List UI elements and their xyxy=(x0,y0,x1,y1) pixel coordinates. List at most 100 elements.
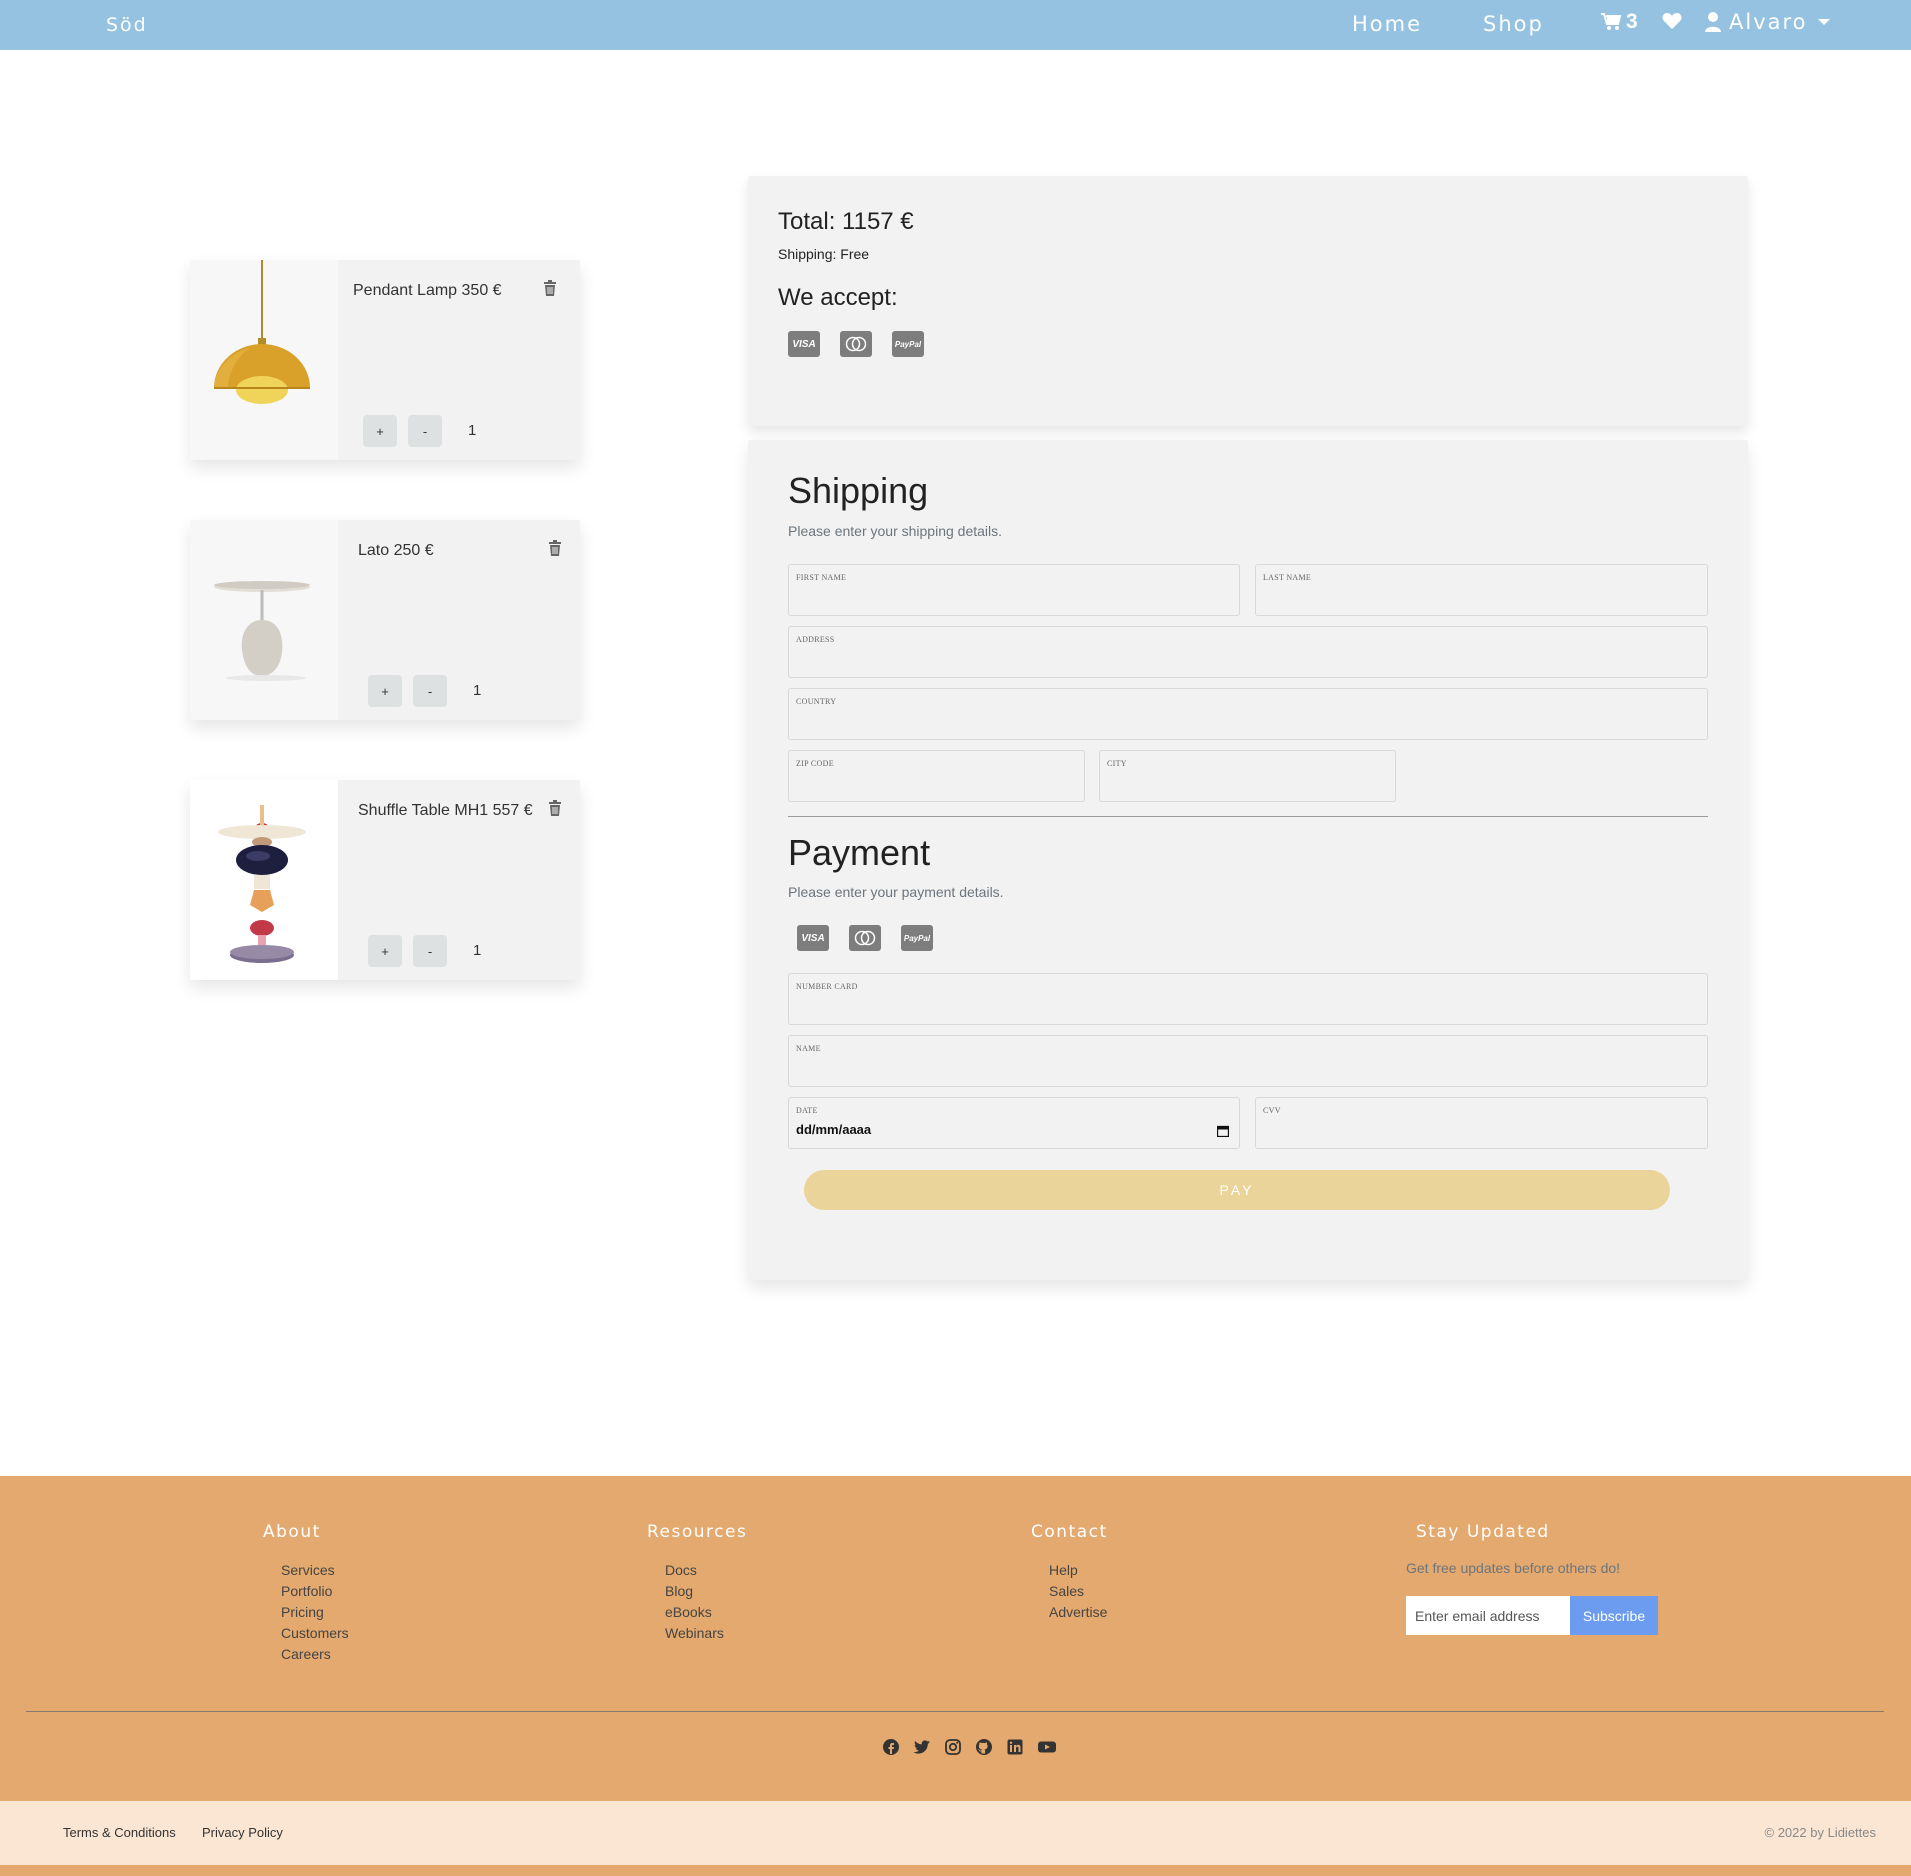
linkedin-icon[interactable] xyxy=(1006,1738,1024,1756)
instagram-icon[interactable] xyxy=(944,1738,962,1756)
trash-icon[interactable] xyxy=(548,800,562,821)
expiry-date-label: DATE xyxy=(796,1106,818,1115)
card-name-input[interactable] xyxy=(796,1058,1700,1082)
nav-home-link[interactable]: Home xyxy=(1352,12,1422,36)
social-links xyxy=(882,1738,1057,1756)
shipping-cost: Shipping: Free xyxy=(778,246,870,262)
cart-item-title: Pendant Lamp 350 € xyxy=(353,282,502,299)
facebook-icon[interactable] xyxy=(882,1738,900,1756)
cart-icon xyxy=(1601,13,1622,30)
decrease-quantity-button[interactable]: - xyxy=(413,675,447,707)
payment-title: Payment xyxy=(788,832,931,873)
footer-link[interactable]: Docs xyxy=(665,1560,724,1581)
address-label: ADDRESS xyxy=(796,635,835,644)
increase-quantity-button[interactable]: + xyxy=(368,935,402,967)
footer-about-heading: About xyxy=(263,1522,321,1542)
footer-link[interactable]: Advertise xyxy=(1049,1602,1107,1623)
card-name-field[interactable]: NAME xyxy=(788,1035,1708,1087)
zip-code-input[interactable] xyxy=(796,773,1077,797)
pay-button[interactable]: PAY xyxy=(804,1170,1670,1210)
user-menu[interactable]: Alvaro xyxy=(1705,10,1830,34)
address-field[interactable]: ADDRESS xyxy=(788,626,1708,678)
payment-methods: VISA PayPal xyxy=(797,925,933,951)
wishlist-button[interactable] xyxy=(1662,12,1682,35)
bottom-bar: Terms & Conditions Privacy Policy © 2022… xyxy=(0,1801,1911,1865)
last-name-field[interactable]: LAST NAME xyxy=(1255,564,1708,616)
expiry-date-field[interactable]: DATE dd/mm/aaaa xyxy=(788,1097,1240,1149)
trash-icon[interactable] xyxy=(548,540,562,561)
increase-quantity-button[interactable]: + xyxy=(363,415,397,447)
country-field[interactable]: COUNTRY xyxy=(788,688,1708,740)
footer-link[interactable]: Portfolio xyxy=(281,1581,349,1602)
nav-shop-link[interactable]: Shop xyxy=(1483,12,1544,36)
footer-link[interactable]: Blog xyxy=(665,1581,724,1602)
paypal-icon: PayPal xyxy=(892,331,924,357)
footer-contact-heading: Contact xyxy=(1031,1522,1108,1542)
payment-subtitle: Please enter your payment details. xyxy=(788,884,1004,900)
brand-logo[interactable]: Söd xyxy=(106,14,148,36)
user-name: Alvaro xyxy=(1729,10,1808,34)
cart-item-card: Pendant Lamp 350 € + - 1 xyxy=(190,260,580,460)
footer-link[interactable]: Webinars xyxy=(665,1623,724,1644)
footer-link[interactable]: eBooks xyxy=(665,1602,724,1623)
footer-link[interactable]: Customers xyxy=(281,1623,349,1644)
newsletter-email-input[interactable]: Enter email address xyxy=(1406,1596,1570,1635)
footer: About Services Portfolio Pricing Custome… xyxy=(0,1476,1911,1801)
youtube-icon[interactable] xyxy=(1037,1738,1057,1756)
card-number-label: NUMBER CARD xyxy=(796,982,858,991)
footer-link[interactable]: Help xyxy=(1049,1560,1107,1581)
mastercard-icon[interactable] xyxy=(849,925,881,951)
zip-code-field[interactable]: ZIP CODE xyxy=(788,750,1085,802)
decrease-quantity-button[interactable]: - xyxy=(408,415,442,447)
first-name-field[interactable]: FIRST NAME xyxy=(788,564,1240,616)
card-number-input[interactable] xyxy=(796,996,1700,1020)
trash-icon[interactable] xyxy=(543,280,557,301)
footer-link[interactable]: Sales xyxy=(1049,1581,1107,1602)
newsletter-note: Get free updates before others do! xyxy=(1406,1560,1621,1576)
cart-item-card: Lato 250 € + - 1 xyxy=(190,520,580,720)
pendant-lamp-image xyxy=(190,260,338,460)
terms-link[interactable]: Terms & Conditions xyxy=(63,1825,176,1840)
twitter-icon[interactable] xyxy=(913,1738,931,1756)
card-name-label: NAME xyxy=(796,1044,821,1053)
first-name-input[interactable] xyxy=(796,587,1232,611)
subscribe-button[interactable]: Subscribe xyxy=(1570,1596,1658,1635)
checkout-form: Shipping Please enter your shipping deta… xyxy=(748,440,1748,1280)
cvv-field[interactable]: CVV xyxy=(1255,1097,1708,1149)
paypal-icon[interactable]: PayPal xyxy=(901,925,933,951)
city-field[interactable]: CITY xyxy=(1099,750,1396,802)
heart-icon xyxy=(1662,13,1682,29)
footer-resources-links: Docs Blog eBooks Webinars xyxy=(665,1560,724,1644)
calendar-icon[interactable] xyxy=(1217,1125,1229,1137)
footer-resources-heading: Resources xyxy=(647,1522,748,1542)
cart-item-title: Shuffle Table MH1 557 € xyxy=(358,802,533,819)
last-name-input[interactable] xyxy=(1263,587,1700,611)
country-input[interactable] xyxy=(796,711,1700,735)
privacy-link[interactable]: Privacy Policy xyxy=(202,1825,283,1840)
increase-quantity-button[interactable]: + xyxy=(368,675,402,707)
cart-count-badge: 3 xyxy=(1626,10,1638,33)
order-total: Total: 1157 € xyxy=(778,208,914,235)
city-input[interactable] xyxy=(1107,773,1388,797)
first-name-label: FIRST NAME xyxy=(796,573,847,582)
footer-link[interactable]: Services xyxy=(281,1560,349,1581)
decrease-quantity-button[interactable]: - xyxy=(413,935,447,967)
chevron-down-icon xyxy=(1817,19,1830,25)
footer-contact-links: Help Sales Advertise xyxy=(1049,1560,1107,1623)
footer-link[interactable]: Careers xyxy=(281,1644,349,1665)
order-summary: Total: 1157 € Shipping: Free We accept: … xyxy=(748,176,1748,426)
github-icon[interactable] xyxy=(975,1738,993,1756)
navbar: Söd Home Shop 3 Alvaro xyxy=(0,0,1911,50)
address-input[interactable] xyxy=(796,649,1700,673)
footer-link[interactable]: Pricing xyxy=(281,1602,349,1623)
quantity-value: 1 xyxy=(473,682,482,699)
cvv-input[interactable] xyxy=(1263,1120,1700,1144)
visa-icon[interactable]: VISA xyxy=(797,925,829,951)
shuffle-table-image xyxy=(190,780,338,980)
card-number-field[interactable]: NUMBER CARD xyxy=(788,973,1708,1025)
quantity-value: 1 xyxy=(468,422,477,439)
cart-button[interactable]: 3 xyxy=(1600,10,1638,34)
footer-updates-heading: Stay Updated xyxy=(1416,1522,1550,1542)
user-icon xyxy=(1705,12,1721,32)
mastercard-icon xyxy=(840,331,872,357)
